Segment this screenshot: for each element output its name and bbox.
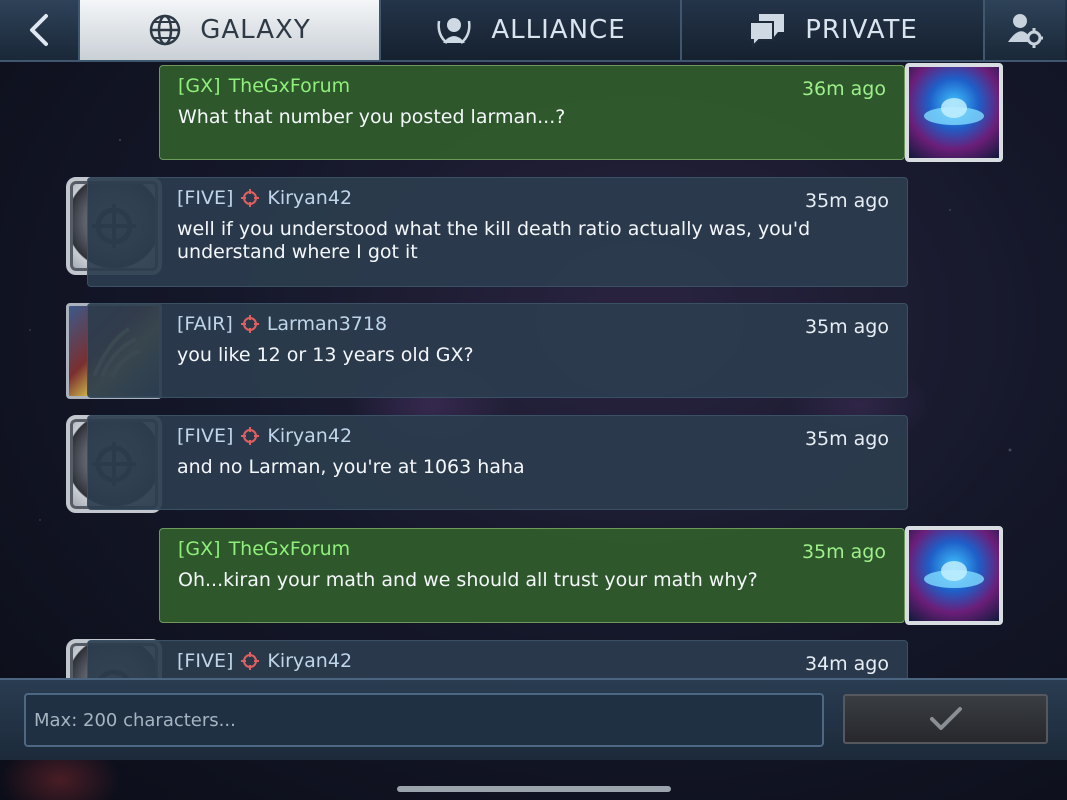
message-time: 35m ago: [801, 541, 886, 563]
chat-settings-button[interactable]: [985, 0, 1065, 60]
chat-bubbles-icon: [749, 14, 785, 48]
alliance-tag: [GX]: [178, 75, 221, 97]
message-time: 34m ago: [804, 653, 889, 675]
alliance-emblem-icon: [437, 18, 471, 44]
sender-name[interactable]: Kiryan42: [267, 187, 352, 209]
sender-name[interactable]: TheGxForum: [229, 75, 351, 97]
tab-galaxy[interactable]: GALAXY: [80, 0, 381, 60]
target-icon: [241, 652, 260, 670]
home-indicator[interactable]: [397, 786, 671, 792]
message-text: well if you understood what the kill dea…: [177, 218, 811, 263]
chat-tab-bar: GALAXY ALLIANCE PRIVATE: [0, 0, 1067, 62]
message-composer: [0, 678, 1067, 760]
message-text: Oh...kiran your math and we should all t…: [178, 569, 758, 591]
tab-private[interactable]: PRIVATE: [682, 0, 985, 60]
globe-icon: [150, 14, 181, 46]
chat-message[interactable]: [FAIR] Larman3718 35m ago you like 12 or…: [87, 303, 908, 398]
target-icon: [240, 315, 259, 333]
tab-alliance-label: ALLIANCE: [491, 15, 626, 45]
message-header: [GX] TheGxForum 36m ago: [178, 66, 886, 106]
message-text: you like 12 or 13 years old GX?: [177, 344, 474, 366]
message-header: [FIVE] Kiryan42 35m ago: [106, 416, 889, 456]
avatar[interactable]: [905, 63, 1003, 162]
back-button[interactable]: [0, 0, 80, 60]
chat-message[interactable]: [FIVE] Kiryan42 35m ago well if you unde…: [87, 177, 908, 287]
sender-name[interactable]: Kiryan42: [267, 650, 352, 672]
message-header: [GX] TheGxForum 35m ago: [178, 529, 886, 569]
chevron-left-icon: [30, 14, 48, 46]
avatar[interactable]: [905, 526, 1003, 625]
chat-message[interactable]: [FIVE] Kiryan42 35m ago and no Larman, y…: [87, 415, 908, 510]
sender-name[interactable]: Larman3718: [267, 313, 387, 335]
target-icon: [241, 427, 260, 445]
message-time: 35m ago: [804, 316, 889, 338]
chat-message[interactable]: [GX] TheGxForum 35m ago Oh...kiran your …: [159, 528, 905, 623]
sender-name[interactable]: Kiryan42: [267, 425, 352, 447]
sender-name[interactable]: TheGxForum: [229, 538, 351, 560]
alliance-tag: [FIVE]: [177, 650, 234, 672]
alliance-tag: [GX]: [178, 538, 221, 560]
tab-private-label: PRIVATE: [805, 15, 918, 45]
ufo-icon: [909, 530, 999, 621]
checkmark-icon: [929, 707, 962, 730]
chat-message-list[interactable]: [GX] TheGxForum 36m ago What that number…: [0, 62, 1067, 678]
user-settings-icon: [1008, 14, 1043, 48]
alliance-tag: [FIVE]: [177, 425, 234, 447]
message-text: What that number you posted larman...?: [178, 106, 566, 128]
message-input[interactable]: [24, 693, 824, 747]
alliance-tag: [FAIR]: [177, 313, 233, 335]
chat-message[interactable]: [GX] TheGxForum 36m ago What that number…: [159, 65, 905, 160]
alliance-tag: [FIVE]: [177, 187, 234, 209]
message-header: [FIVE] Kiryan42 34m ago: [106, 641, 889, 678]
message-time: 36m ago: [801, 78, 886, 100]
message-text: and no Larman, you're at 1063 haha: [177, 456, 525, 478]
chat-message[interactable]: [FIVE] Kiryan42 34m ago: [87, 640, 908, 678]
message-header: [FIVE] Kiryan42 35m ago: [106, 178, 889, 218]
ufo-icon: [909, 67, 999, 158]
tab-alliance[interactable]: ALLIANCE: [381, 0, 682, 60]
tab-galaxy-label: GALAXY: [200, 15, 311, 45]
target-icon: [241, 189, 260, 207]
message-time: 35m ago: [804, 428, 889, 450]
message-time: 35m ago: [804, 190, 889, 212]
message-header: [FAIR] Larman3718 35m ago: [106, 304, 889, 344]
send-button[interactable]: [843, 694, 1048, 744]
